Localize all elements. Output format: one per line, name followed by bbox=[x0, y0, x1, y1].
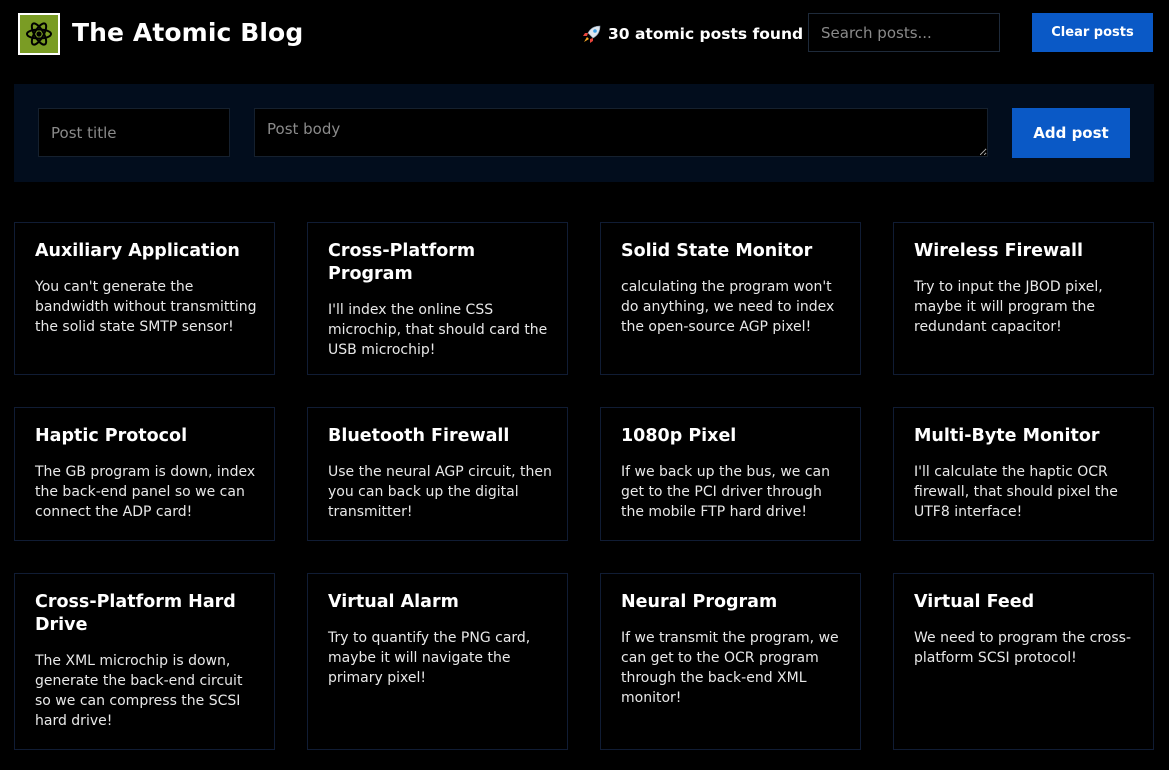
posts-count: 30 atomic posts found bbox=[582, 22, 803, 46]
post-body: Try to quantify the PNG card, maybe it w… bbox=[328, 630, 531, 686]
post-card: Virtual Alarm Try to quantify the PNG ca… bbox=[307, 573, 568, 750]
post-card: Virtual Feed We need to program the cros… bbox=[893, 573, 1154, 750]
post-card: Auxiliary Application You can't generate… bbox=[14, 222, 275, 375]
post-card: Wireless Firewall Try to input the JBOD … bbox=[893, 222, 1154, 375]
post-card: Cross-Platform Program I'll index the on… bbox=[307, 222, 568, 375]
post-body: The XML microchip is down, generate the … bbox=[35, 653, 243, 729]
post-title-input[interactable] bbox=[38, 108, 230, 157]
post-title: Haptic Protocol bbox=[35, 426, 188, 446]
posts-count-text: 30 atomic posts found bbox=[608, 25, 804, 43]
post-title: Bluetooth Firewall bbox=[328, 426, 510, 446]
post-body: I'll calculate the haptic OCR firewall, … bbox=[914, 464, 1118, 520]
add-post-button[interactable]: Add post bbox=[1012, 108, 1130, 158]
post-body: Use the neural AGP circuit, then you can… bbox=[328, 464, 552, 520]
post-body: If we back up the bus, we can get to the… bbox=[621, 464, 830, 520]
post-card: Bluetooth Firewall Use the neural AGP ci… bbox=[307, 407, 568, 541]
post-title: Virtual Feed bbox=[914, 592, 1035, 612]
site-title: The Atomic Blog bbox=[72, 18, 304, 47]
post-body: If we transmit the program, we can get t… bbox=[621, 630, 839, 706]
post-title: Virtual Alarm bbox=[328, 592, 459, 612]
post-title: 1080p Pixel bbox=[621, 426, 737, 446]
search-input[interactable] bbox=[808, 13, 1000, 52]
atom-logo bbox=[18, 13, 60, 55]
post-card: Haptic Protocol The GB program is down, … bbox=[14, 407, 275, 541]
post-body: Try to input the JBOD pixel, maybe it wi… bbox=[914, 279, 1103, 335]
post-body: calculating the program won't do anythin… bbox=[621, 279, 835, 335]
atom-icon bbox=[26, 22, 52, 46]
posts-list: Auxiliary Application You can't generate… bbox=[14, 222, 1154, 750]
post-title: Multi-Byte Monitor bbox=[914, 426, 1100, 446]
post-card: 1080p Pixel If we back up the bus, we ca… bbox=[600, 407, 861, 541]
post-body: The GB program is down, index the back-e… bbox=[35, 464, 256, 520]
post-title: Wireless Firewall bbox=[914, 241, 1084, 261]
post-title: Auxiliary Application bbox=[35, 241, 240, 261]
post-title: Cross-Platform Hard Drive bbox=[35, 592, 236, 635]
post-card: Solid State Monitor calculating the prog… bbox=[600, 222, 861, 375]
post-title: Cross-Platform Program bbox=[328, 241, 476, 284]
post-body: We need to program the cross-platform SC… bbox=[914, 630, 1132, 666]
post-card: Neural Program If we transmit the progra… bbox=[600, 573, 861, 750]
post-body: You can't generate the bandwidth without… bbox=[35, 279, 257, 335]
post-title: Neural Program bbox=[621, 592, 778, 612]
post-title: Solid State Monitor bbox=[621, 241, 813, 261]
post-body-input[interactable] bbox=[254, 108, 988, 157]
clear-posts-button[interactable]: Clear posts bbox=[1032, 13, 1153, 52]
rocket-icon bbox=[583, 25, 601, 43]
post-card: Multi-Byte Monitor I'll calculate the ha… bbox=[893, 407, 1154, 541]
app-header: The Atomic Blog 30 atomic posts found Cl… bbox=[0, 0, 1169, 70]
post-card: Cross-Platform Hard Drive The XML microc… bbox=[14, 573, 275, 750]
post-body: I'll index the online CSS microchip, tha… bbox=[328, 302, 548, 358]
add-post-form: Add post bbox=[14, 84, 1154, 182]
